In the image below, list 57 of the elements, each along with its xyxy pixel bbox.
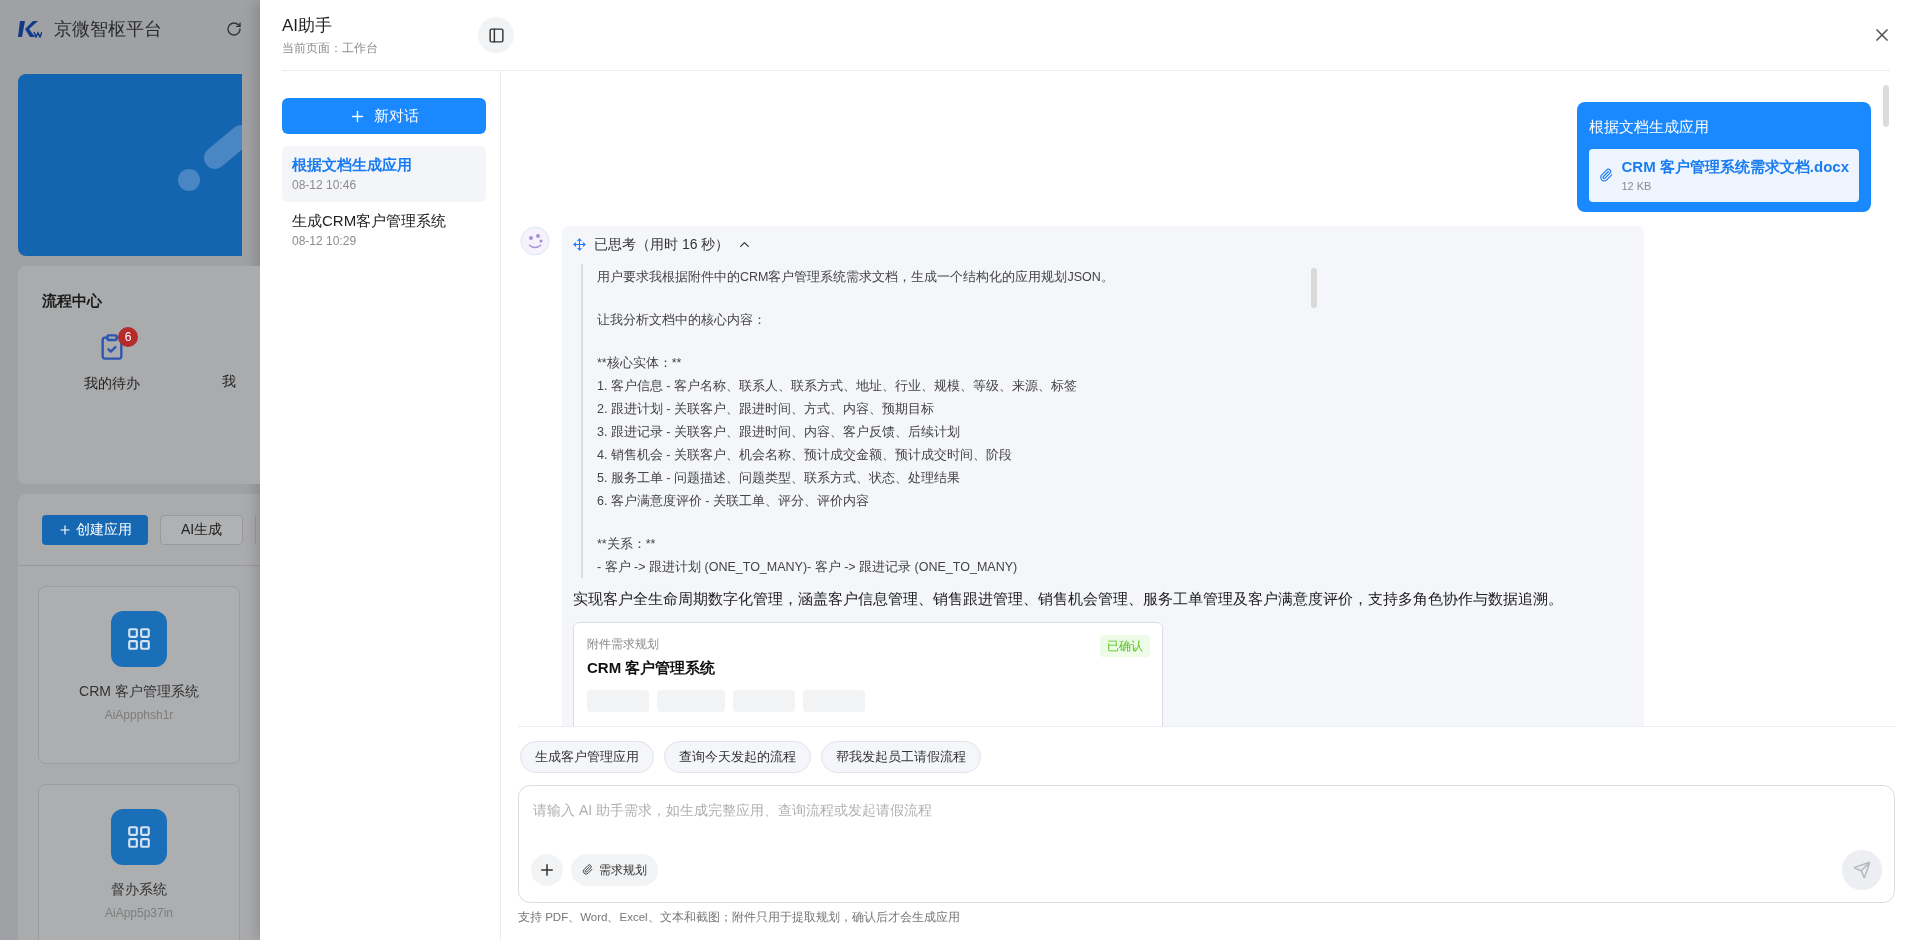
paperclip-icon bbox=[1599, 168, 1614, 182]
attachment-name: CRM 客户管理系统需求文档.docx bbox=[1621, 156, 1849, 177]
thinking-text: 2. 跟进计划 - 关联客户、跟进时间、方式、内容、预期目标 bbox=[597, 400, 935, 418]
send-button[interactable] bbox=[1842, 849, 1882, 890]
thinking-toggle[interactable]: 已思考（用时 16 秒） bbox=[594, 234, 753, 255]
app-name: 督办系统 bbox=[111, 880, 167, 899]
attachment-size: 12 KB bbox=[1621, 179, 1653, 194]
paperclip-icon bbox=[582, 864, 593, 876]
plus-icon bbox=[58, 522, 72, 537]
sidebar-toggle-button[interactable] bbox=[478, 17, 514, 53]
user-message-text: 根据文档生成应用 bbox=[1589, 117, 1711, 137]
app-icon bbox=[111, 809, 167, 865]
app-icon bbox=[111, 611, 167, 667]
plan-title: CRM 客户管理系统 bbox=[587, 658, 716, 678]
scrollbar-thumb[interactable] bbox=[1883, 85, 1889, 127]
thinking-text: 让我分析文档中的核心内容： bbox=[597, 311, 767, 329]
assistant-avatar-icon bbox=[520, 225, 550, 256]
suggestion-chip[interactable]: 查询今天发起的流程 bbox=[664, 740, 811, 773]
thinking-text: 1. 客户信息 - 客户名称、联系人、联系方式、地址、行业、规模、等级、来源、标签 bbox=[597, 377, 1078, 395]
send-icon bbox=[1853, 860, 1871, 879]
ai-generate-button[interactable]: AI生成 bbox=[160, 514, 244, 545]
plan-label: 附件需求规划 bbox=[587, 636, 659, 653]
attachment-card[interactable]: CRM 客户管理系统需求文档.docx 12 KB bbox=[1589, 148, 1859, 202]
drawer-subtitle: 当前页面：工作台 bbox=[282, 39, 379, 57]
add-button[interactable] bbox=[531, 853, 563, 886]
attach-plan-button[interactable]: 需求规划 bbox=[571, 853, 658, 886]
create-app-button[interactable]: 创建应用 bbox=[42, 514, 148, 545]
summary-text: 实现客户全生命周期数字化管理，涵盖客户信息管理、销售跟进管理、销售机会管理、服务工单管理及客户满意度评价，支持多角色协作与数据追溯。 bbox=[573, 588, 1564, 609]
refresh-icon[interactable] bbox=[226, 21, 242, 37]
thinking-text: 6. 客户满意度评价 - 关联工单、评分、评价内容 bbox=[597, 492, 870, 510]
count-badge: 6 bbox=[118, 326, 138, 347]
suggestion-chip[interactable]: 生成客户管理应用 bbox=[520, 740, 654, 773]
brand-name: 京微智枢平台 bbox=[54, 17, 162, 41]
panel-icon bbox=[487, 26, 505, 44]
process-label[interactable]: 我的待办 bbox=[84, 372, 140, 394]
thinking-icon bbox=[573, 238, 586, 251]
thinking-text: 4. 销售机会 - 关联客户、机会名称、预计成交金额、预计成交时间、阶段 bbox=[597, 446, 1013, 464]
conversation-item[interactable]: 根据文档生成应用 08-12 10:46 bbox=[282, 146, 486, 202]
composer-box[interactable]: 请输入 AI 助手需求，如生成完整应用、查询流程或发起请假流程 需求规划 bbox=[518, 784, 1895, 903]
section-title: 流程中心 bbox=[42, 291, 103, 311]
drawer-title: AI助手 bbox=[282, 15, 334, 38]
composer-hint: 支持 PDF、Word、Excel、文本和截图；附件只用于提取规划，确认后才会生成应用 bbox=[518, 909, 961, 925]
decoration-drawing bbox=[178, 122, 242, 192]
suggestion-chip[interactable]: 帮我发起员工请假流程 bbox=[821, 740, 981, 773]
thinking-text: 用户要求我根据附件中的CRM客户管理系统需求文档，生成一个结构化的应用规划JSON。 bbox=[597, 268, 1115, 286]
logo-icon bbox=[18, 20, 42, 38]
thinking-text: - 客户 -> 跟进计划 (ONE_TO_MANY)- 客户 -> 跟进记录 (ONE_TO_MANY) bbox=[597, 558, 1019, 576]
scrollbar-thumb[interactable] bbox=[1311, 267, 1317, 308]
message-input[interactable]: 请输入 AI 助手需求，如生成完整应用、查询流程或发起请假流程 bbox=[531, 799, 1882, 821]
thinking-text: 5. 服务工单 - 问题描述、问题类型、联系方式、状态、处理结果 bbox=[597, 469, 961, 487]
thinking-text: **关系：** bbox=[597, 535, 657, 553]
thinking-text: **核心实体：** bbox=[597, 354, 683, 372]
plan-status-tag: 已确认 bbox=[1100, 635, 1150, 657]
thinking-text: 3. 跟进记录 - 关联客户、跟进时间、内容、客户反馈、后续计划 bbox=[597, 423, 961, 441]
process-label[interactable]: 我 bbox=[222, 370, 236, 392]
conversation-item[interactable]: 生成CRM客户管理系统 08-12 10:29 bbox=[282, 202, 486, 258]
app-name: CRM 客户管理系统 bbox=[79, 682, 199, 701]
